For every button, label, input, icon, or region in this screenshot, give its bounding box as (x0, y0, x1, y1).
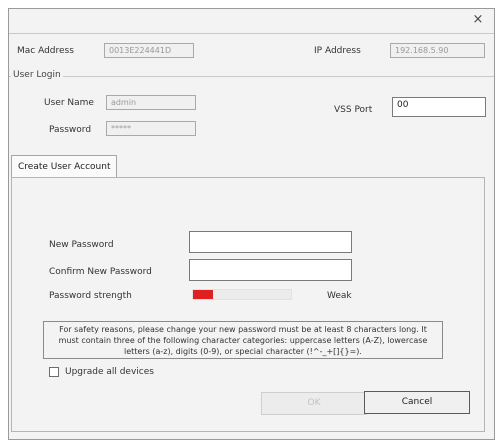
ip-address-label: IP Address (314, 46, 361, 56)
ip-address-field: 192.168.5.90 (390, 43, 485, 58)
tab-create-user-account[interactable]: Create User Account (11, 155, 118, 179)
new-password-input[interactable] (189, 231, 352, 253)
password-strength-text: Weak (327, 291, 352, 301)
password-strength-label: Password strength (49, 291, 132, 301)
password-field: ***** (106, 121, 196, 136)
password-requirements-notice: For safety reasons, please change your n… (43, 321, 443, 359)
user-login-group-title: User Login (11, 70, 63, 80)
title-divider (9, 33, 494, 34)
cancel-button[interactable]: Cancel (364, 391, 470, 414)
mac-address-field: 0013E224441D (104, 43, 194, 58)
new-password-label: New Password (49, 240, 114, 250)
close-button[interactable]: × (465, 9, 491, 29)
confirm-password-label: Confirm New Password (49, 267, 152, 277)
ok-button[interactable]: OK (261, 392, 367, 415)
username-label: User Name (44, 98, 94, 108)
upgrade-all-devices-label: Upgrade all devices (65, 367, 154, 377)
vss-port-input[interactable]: 00 (392, 97, 486, 117)
user-login-divider (9, 76, 494, 77)
username-field: admin (106, 95, 196, 110)
password-label: Password (49, 125, 92, 135)
vss-port-label: VSS Port (334, 105, 373, 115)
upgrade-all-devices-checkbox[interactable] (49, 367, 59, 377)
user-account-dialog: × Mac Address 0013E224441D IP Address 19… (8, 8, 495, 440)
confirm-password-input[interactable] (189, 259, 352, 281)
mac-address-label: Mac Address (17, 46, 74, 56)
password-strength-fill (193, 290, 213, 299)
close-icon: × (472, 12, 484, 27)
password-strength-meter (192, 289, 292, 300)
